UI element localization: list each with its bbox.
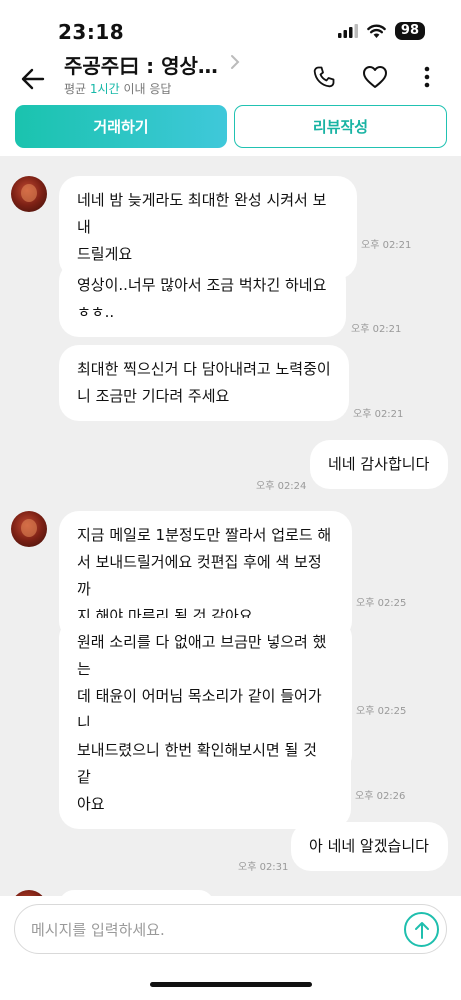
more-options-button[interactable] (412, 62, 442, 92)
chat-header: 주공주曰 : 영상… 평균 1시간 이내 응답 (0, 48, 461, 102)
chat-messages[interactable]: 네네 밤 늦게라도 최대한 완성 시켜서 보내 드릴게요 오후 02:21 영상… (0, 156, 461, 896)
home-indicator[interactable] (150, 982, 312, 987)
action-buttons: 거래하기 리뷰작성 (0, 102, 461, 156)
wifi-icon (367, 24, 386, 38)
battery-indicator: 98 (394, 22, 425, 40)
cellular-signal-icon (337, 24, 358, 38)
message-time: 오후 02:21 (361, 240, 412, 251)
response-prefix: 평균 (64, 82, 90, 96)
message-time: 오후 02:31 (238, 862, 289, 873)
avatar[interactable] (11, 511, 47, 547)
chevron-right-icon[interactable] (230, 54, 240, 70)
message-time: 오후 02:26 (355, 791, 406, 802)
heart-icon (363, 66, 387, 88)
message-input[interactable] (31, 917, 401, 943)
favorite-button[interactable] (360, 62, 390, 92)
status-icons: 98 (337, 22, 425, 40)
message-bubble-sent: 아 네네 알겠습니다 (291, 822, 448, 871)
status-time: 23:18 (58, 20, 125, 44)
avatar[interactable] (11, 176, 47, 212)
chat-title[interactable]: 주공주曰 : 영상… (64, 50, 218, 79)
more-vertical-icon (424, 66, 430, 88)
message-time: 오후 02:24 (256, 481, 307, 492)
message-bubble-received: 영상이..너무 많아서 조금 벅차긴 하네요 ㅎㅎ.. (59, 261, 346, 337)
phone-icon (313, 66, 335, 88)
response-time-accent: 1시간 (89, 82, 120, 96)
write-review-button[interactable]: 리뷰작성 (234, 105, 447, 148)
back-arrow-icon (21, 68, 45, 90)
message-input-box (14, 904, 447, 954)
message-time: 오후 02:21 (351, 324, 402, 335)
message-bubble-received: 보내드렸으니 한번 확인해보시면 될 것 같 아요 (59, 726, 351, 829)
message-time: 오후 02:21 (353, 409, 404, 420)
response-time-text: 평균 1시간 이내 응답 (64, 80, 171, 97)
message-time: 오후 02:25 (356, 706, 407, 717)
trade-button[interactable]: 거래하기 (15, 105, 227, 148)
message-bubble-received: 최대한 찍으신거 다 담아내려고 노력중이 니 조금만 기다려 주세요 (59, 345, 349, 421)
send-button[interactable] (404, 912, 439, 947)
call-button[interactable] (309, 62, 339, 92)
message-bubble-sent: 네네 감사합니다 (310, 440, 448, 489)
message-time: 오후 02:25 (356, 598, 407, 609)
response-suffix: 이내 응답 (119, 82, 172, 96)
arrow-up-icon (414, 921, 429, 939)
status-bar: 23:18 98 (0, 0, 461, 48)
back-button[interactable] (18, 64, 48, 94)
